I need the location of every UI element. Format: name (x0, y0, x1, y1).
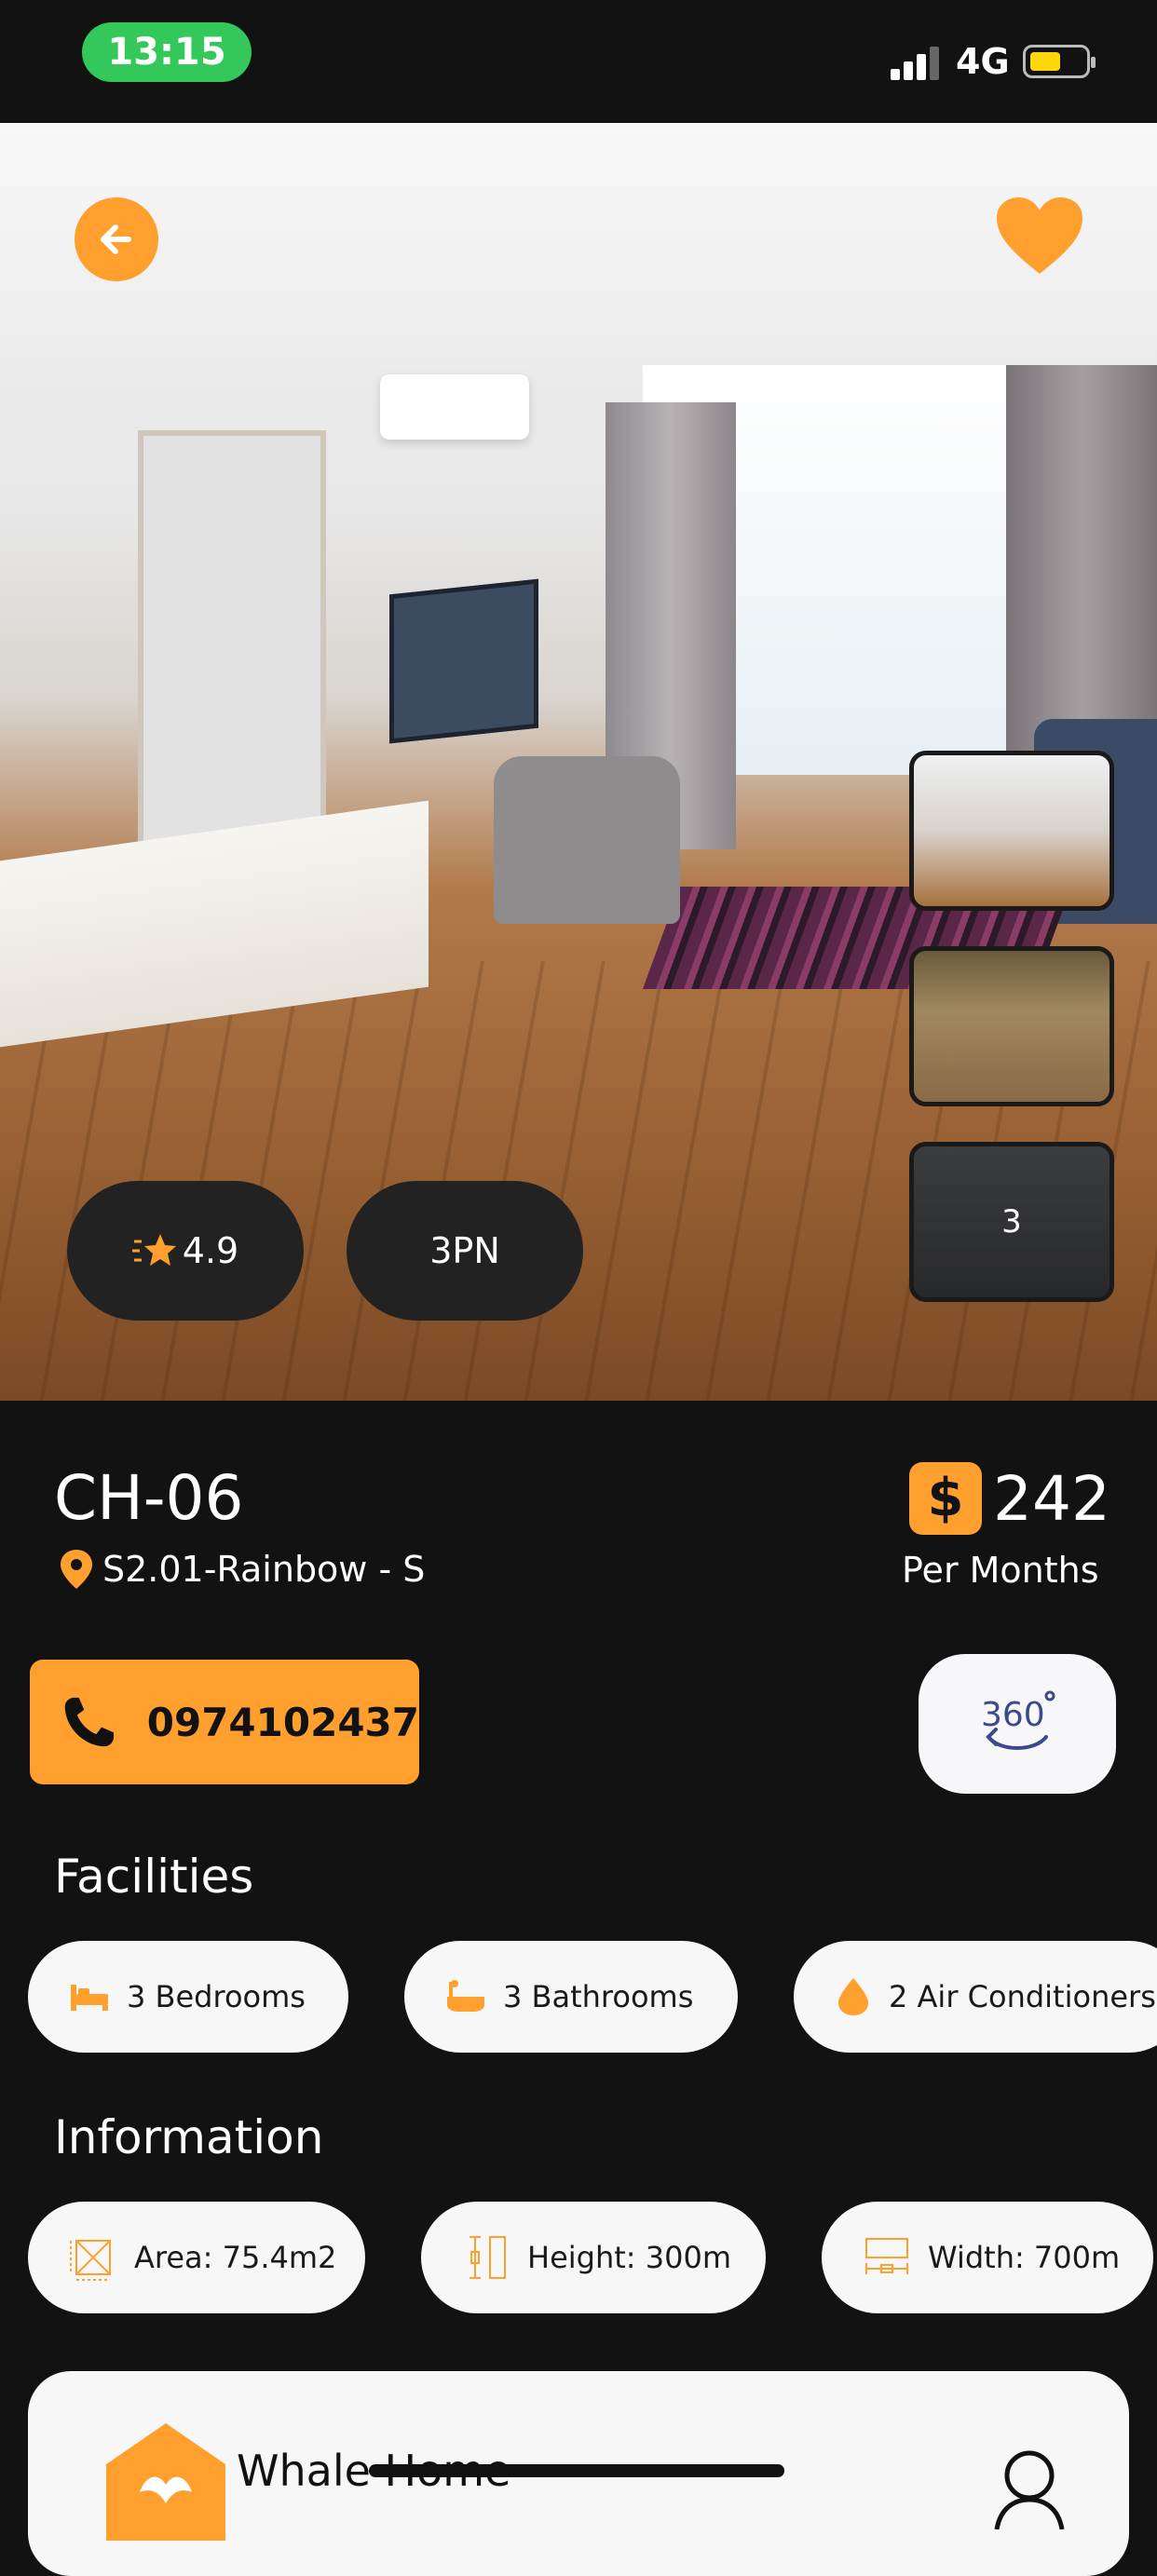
facility-label: 2 Air Conditioners (889, 1979, 1156, 2014)
arrow-left-icon (101, 224, 131, 254)
rooms-badge: 3PN (347, 1181, 583, 1321)
width-icon (865, 2238, 908, 2274)
back-button[interactable] (75, 197, 158, 281)
address-text: S2.01-Rainbow - S (102, 1549, 426, 1590)
star-icon (131, 1234, 176, 1266)
phone-icon (64, 1697, 115, 1747)
view-360-button[interactable]: 360 (919, 1654, 1116, 1794)
photo-thumbnail-1[interactable] (909, 751, 1114, 911)
status-time: 13:15 (82, 22, 252, 82)
svg-text:360: 360 (981, 1696, 1045, 1734)
phone-number: 0974102437 (146, 1699, 419, 1745)
bed-icon (71, 1985, 108, 2011)
user-icon (994, 2450, 1065, 2529)
facilities-heading: Facilities (54, 1850, 254, 1904)
facility-chip-bedrooms: 3 Bedrooms (28, 1941, 348, 2053)
facility-label: 3 Bedrooms (127, 1979, 306, 2014)
droplet-icon (838, 1978, 868, 2015)
whale-home-logo (106, 2423, 225, 2541)
battery-icon (1023, 45, 1096, 78)
dollar-icon: $ (909, 1462, 982, 1535)
info-label: Area: 75.4m2 (134, 2240, 337, 2275)
location-pin-icon (61, 1550, 92, 1589)
info-chip-area: Area: 75.4m2 (28, 2202, 365, 2313)
price-value: 242 (993, 1462, 1110, 1535)
property-address: S2.01-Rainbow - S (58, 1548, 425, 1591)
facility-label: 3 Bathrooms (503, 1979, 694, 2014)
information-heading: Information (54, 2110, 324, 2164)
network-label: 4G (956, 41, 1010, 82)
signal-icon (891, 47, 943, 80)
status-bar: 13:15 4G (0, 0, 1157, 123)
favorite-button[interactable] (993, 194, 1086, 278)
height-icon (470, 2236, 506, 2279)
photo-thumbnail-2[interactable] (909, 946, 1114, 1106)
heart-icon (997, 197, 1082, 274)
rating-badge: 4.9 (67, 1181, 304, 1321)
price-period: Per Months (902, 1550, 1099, 1591)
facility-chip-bathrooms: 3 Bathrooms (404, 1941, 738, 2053)
photo-thumbnail-more[interactable]: 3 (909, 1142, 1114, 1302)
area-icon (70, 2240, 111, 2281)
info-chip-width: Width: 700m (822, 2202, 1153, 2313)
rating-value: 4.9 (182, 1230, 239, 1271)
info-label: Width: 700m (928, 2240, 1121, 2275)
call-button[interactable]: 0974102437 (30, 1660, 419, 1784)
facility-chip-air-conditioners: 2 Air Conditioners (794, 1941, 1157, 2053)
info-chip-height: Height: 300m (421, 2202, 766, 2313)
more-photos-count: 3 (914, 1146, 1109, 1297)
price: $ 242 (909, 1462, 1110, 1535)
info-label: Height: 300m (527, 2240, 731, 2275)
view-360-icon: 360 (981, 1690, 1055, 1750)
bathtub-icon (447, 1980, 484, 2012)
property-code: CH-06 (54, 1462, 244, 1534)
rooms-label: 3PN (429, 1230, 500, 1271)
home-indicator[interactable] (369, 2464, 784, 2477)
